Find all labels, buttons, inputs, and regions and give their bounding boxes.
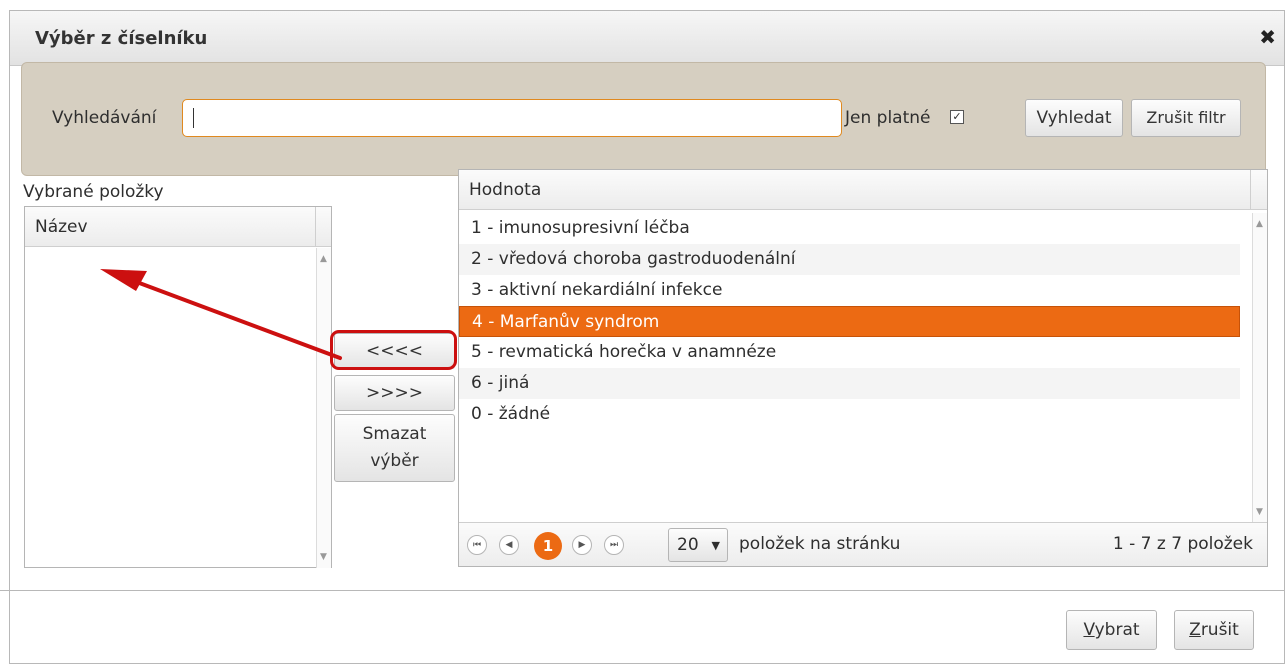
valid-only-checkbox[interactable]: ✓ [950,110,964,124]
close-icon[interactable]: ✖ [1259,25,1276,49]
dialog-title: Výběr z číselníku [35,28,208,49]
clear-selection-label-1: Smazat [362,424,427,444]
values-grid-scrollbar[interactable]: ▲ ▼ [1252,213,1267,523]
dialog-titlebar[interactable]: Výběr z číselníku ✖ [10,11,1284,66]
last-page-icon[interactable]: ⏭ [604,535,624,555]
column-header-value: Hodnota [469,180,542,200]
column-header-name: Název [35,217,88,237]
selected-grid-header: Název [25,207,331,247]
selected-grid-scrollbar[interactable]: ▲ ▼ [316,248,331,568]
list-item[interactable]: 1 - imunosupresivní léčba [459,213,1240,244]
clear-filter-button[interactable]: Zrušit filtr [1131,99,1241,137]
cancel-button[interactable]: Zrušit [1174,610,1254,650]
dropdown-arrow-icon: ▼ [711,539,720,552]
cancel-label: rušit [1200,620,1239,640]
list-item[interactable]: 6 - jiná [459,368,1240,399]
values-grid-header: Hodnota [459,170,1267,210]
scroll-down-icon[interactable]: ▼ [1256,507,1263,517]
pager: ⏮ ◀ 1 ▶ ⏭ 20 ▼ položek na stránku 1 - 7 … [459,522,1267,566]
clear-selection-label-2: výběr [370,451,419,471]
footer-divider [0,590,1285,591]
move-left-button[interactable]: <<<< [334,333,455,369]
per-page-label: položek na stránku [739,534,901,554]
next-page-icon[interactable]: ▶ [572,535,592,555]
search-button[interactable]: Vyhledat [1025,99,1123,137]
cancel-accesskey: Z [1189,620,1201,640]
pager-info: 1 - 7 z 7 položek [1112,534,1253,554]
clear-selection-button[interactable]: Smazat výběr [334,414,455,482]
header-separator [1250,170,1251,210]
selected-items-label: Vybrané položky [23,182,164,202]
select-label: ybrat [1094,620,1140,640]
list-item[interactable]: 2 - vředová choroba gastroduodenální [459,244,1240,275]
text-caret [193,108,194,128]
first-page-icon[interactable]: ⏮ [467,535,487,555]
list-item-selected[interactable]: 4 - Marfanův syndrom [459,306,1240,337]
values-grid: Hodnota 1 - imunosupresivní léčba 2 - vř… [458,169,1268,567]
list-item[interactable]: 0 - žádné [459,399,1240,430]
search-panel: Vyhledávání Jen platné ✓ Vyhledat Zrušit… [21,62,1266,176]
search-label: Vyhledávání [52,108,157,128]
values-list: 1 - imunosupresivní léčba 2 - vředová ch… [459,213,1240,430]
scroll-up-icon[interactable]: ▲ [320,254,327,264]
select-button[interactable]: Vybrat [1066,610,1157,650]
valid-only-label: Jen platné [845,108,931,128]
page-size-select[interactable]: 20 ▼ [668,528,728,562]
scroll-up-icon[interactable]: ▲ [1256,219,1263,229]
list-item[interactable]: 5 - revmatická horečka v anamnéze [459,337,1240,368]
move-right-button[interactable]: >>>> [334,375,455,411]
search-input[interactable] [182,99,842,137]
list-item[interactable]: 3 - aktivní nekardiální infekce [459,275,1240,306]
scroll-down-icon[interactable]: ▼ [320,552,327,562]
header-separator [315,207,316,247]
selected-items-grid[interactable]: Název ▲ ▼ [24,206,332,568]
select-accesskey: V [1083,620,1095,640]
page-size-value: 20 [677,535,699,555]
prev-page-icon[interactable]: ◀ [499,535,519,555]
current-page-button[interactable]: 1 [534,532,562,560]
